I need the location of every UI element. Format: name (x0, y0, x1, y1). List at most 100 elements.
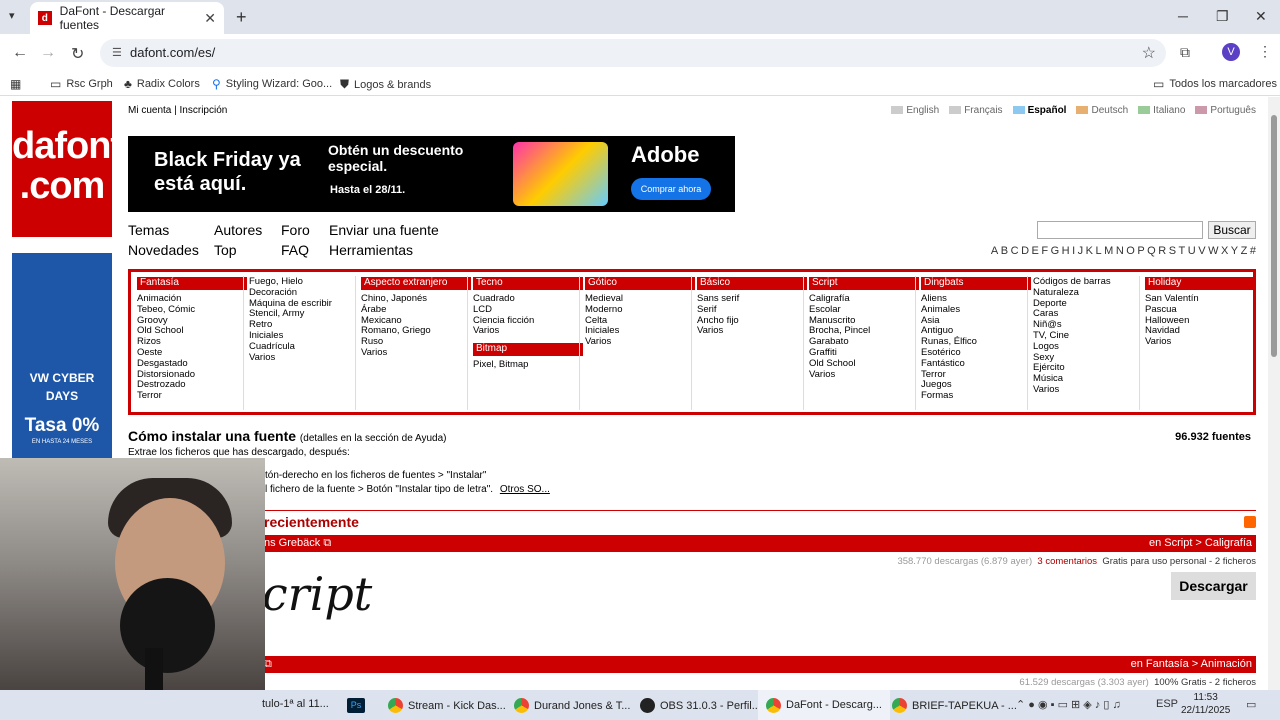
category-item[interactable]: Cuadrícula (249, 341, 359, 353)
menu-chevron-icon[interactable]: ▾ (9, 9, 15, 22)
avatar[interactable]: V (1222, 43, 1240, 61)
nav-top[interactable]: Top (214, 242, 237, 258)
category-header[interactable]: Bitmap (473, 343, 583, 357)
alpha-letter[interactable]: G (1051, 245, 1060, 257)
alpha-letter[interactable]: Q (1147, 245, 1156, 257)
new-tab-button[interactable]: + (236, 7, 247, 28)
font1-author[interactable]: ns Grebäck ⧉ (264, 537, 331, 550)
alpha-letter[interactable]: H (1062, 245, 1070, 257)
nav-faq[interactable]: FAQ (281, 242, 309, 258)
address-bar[interactable]: ☰ dafont.com/es/ ☆ (100, 39, 1166, 67)
category-header[interactable]: Aspecto extranjero (361, 277, 471, 290)
notification-icon[interactable]: ▭ (1246, 698, 1256, 711)
alpha-letter[interactable]: R (1158, 245, 1166, 257)
category-item[interactable]: Árabe (361, 304, 471, 316)
taskbar-item-obs[interactable]: OBS 31.0.3 - Perfil... (640, 698, 761, 713)
nav-authors[interactable]: Autores (214, 222, 262, 238)
alpha-letter[interactable]: D (1021, 245, 1029, 257)
category-item[interactable]: Varios (697, 326, 807, 337)
scrollbar[interactable] (1268, 97, 1280, 690)
bookmark-logos-brands[interactable]: ⛊ Logos & brands (340, 77, 431, 92)
nav-submit[interactable]: Enviar una fuente (329, 222, 439, 238)
nav-forum[interactable]: Foro (281, 222, 310, 238)
category-item[interactable]: LCD (473, 304, 583, 316)
category-header[interactable]: Dingbats (921, 277, 1031, 290)
category-item[interactable]: Serif (697, 304, 807, 316)
dafont-logo[interactable]: dafont .com (12, 101, 123, 237)
alpha-letter[interactable]: O (1126, 245, 1135, 257)
category-header[interactable]: Fantasía (137, 277, 247, 290)
alpha-letter[interactable]: K (1086, 245, 1093, 257)
close-icon[interactable]: ✕ (204, 10, 216, 27)
lang-english[interactable]: English (891, 105, 939, 116)
scrollbar-thumb[interactable] (1271, 115, 1277, 357)
font1-comments[interactable]: 3 comentarios (1037, 556, 1097, 567)
category-header[interactable]: Holiday (1145, 277, 1255, 290)
kebab-icon[interactable]: ⋮ (1258, 43, 1272, 60)
category-item[interactable]: Pascua (1145, 304, 1255, 316)
side-ad[interactable]: VW CYBER DAYS Tasa 0% EN HASTA 24 MESES (12, 253, 112, 463)
maximize-icon[interactable]: ❐ (1216, 8, 1229, 25)
alpha-letter[interactable]: Y (1231, 245, 1238, 257)
category-item[interactable]: Decoración (249, 287, 359, 299)
category-header[interactable]: Básico (697, 277, 807, 290)
category-item[interactable]: Formas (921, 390, 1031, 402)
rss-icon[interactable] (1244, 516, 1256, 528)
reload-icon[interactable]: ↻ (71, 44, 84, 64)
category-header[interactable]: Gótico (585, 277, 695, 290)
category-item[interactable]: Logos (1033, 341, 1143, 353)
category-item[interactable]: Fantástico (921, 358, 1031, 370)
other-os-link[interactable]: Otros SO... (500, 484, 550, 495)
all-bookmarks[interactable]: ▭ Todos los marcadores (1153, 77, 1277, 91)
alpha-letter[interactable]: V (1198, 245, 1205, 257)
my-account-link[interactable]: Mi cuenta (128, 105, 171, 116)
category-item[interactable]: Varios (249, 352, 359, 364)
bookmark-radix-colors[interactable]: ♣ Radix Colors (124, 77, 200, 91)
alpha-letter[interactable]: P (1137, 245, 1144, 257)
alpha-letter[interactable]: C (1011, 245, 1019, 257)
top-banner-ad[interactable]: Black Friday ya está aquí. Obtén un desc… (128, 136, 735, 212)
bookmark-styling-wizard[interactable]: ⚲ Styling Wizard: Goo... (212, 77, 332, 91)
category-item[interactable]: Escolar (809, 304, 919, 316)
clock[interactable]: 11:53 22/11/2025 (1181, 691, 1230, 717)
lang-french[interactable]: Français (949, 105, 1003, 116)
nav-new[interactable]: Novedades (128, 242, 199, 258)
nav-themes[interactable]: Temas (128, 222, 169, 238)
taskbar-item-doc[interactable]: tulo-1ª al 11... (262, 698, 329, 710)
register-link[interactable]: Inscripción (180, 105, 228, 116)
alpha-letter[interactable]: X (1221, 245, 1228, 257)
taskbar-item-stream[interactable]: Stream - Kick Das... (388, 698, 506, 713)
category-item[interactable]: Tebeo, Cómic (137, 304, 247, 316)
category-item[interactable]: Animales (921, 304, 1031, 316)
alpha-letter[interactable]: L (1096, 245, 1102, 257)
external-link-icon[interactable]: ⧉ (264, 658, 272, 671)
font1-category[interactable]: en Script > Caligrafía (1149, 537, 1252, 549)
forward-icon[interactable]: → (40, 44, 56, 62)
search-input[interactable] (1037, 221, 1203, 239)
tray-icons[interactable]: ⌃ ● ◉ ▪ ▭ ⊞ ◈ ♪ ▯ ♫ (1016, 698, 1121, 711)
taskbar-item-dafont[interactable]: DaFont - Descarg... (758, 690, 890, 720)
alpha-letter[interactable]: # (1250, 245, 1256, 257)
category-item[interactable]: Old School (809, 358, 919, 370)
alpha-letter[interactable]: S (1169, 245, 1176, 257)
lang-italian[interactable]: Italiano (1138, 105, 1185, 116)
alpha-letter[interactable]: U (1188, 245, 1196, 257)
back-icon[interactable]: ← (12, 44, 28, 62)
category-item[interactable]: Naturaleza (1033, 287, 1143, 299)
alpha-letter[interactable]: I (1072, 245, 1075, 257)
category-item[interactable]: Terror (137, 390, 247, 402)
category-item[interactable]: Moderno (585, 304, 695, 316)
tab-dafont[interactable]: d DaFont - Descargar fuentes ✕ (30, 2, 224, 34)
search-button[interactable]: Buscar (1208, 221, 1256, 239)
alpha-letter[interactable]: J (1078, 245, 1084, 257)
category-item[interactable]: Varios (1033, 384, 1143, 396)
alpha-letter[interactable]: W (1208, 245, 1218, 257)
alpha-letter[interactable]: T (1179, 245, 1186, 257)
taskbar-item-durand[interactable]: Durand Jones & T... (514, 698, 630, 713)
category-item[interactable]: Pixel, Bitmap (473, 359, 583, 371)
category-item[interactable]: Varios (473, 326, 583, 337)
alpha-letter[interactable]: A (991, 245, 998, 257)
minimize-icon[interactable]: ─ (1178, 8, 1188, 24)
star-icon[interactable]: ☆ (1142, 43, 1156, 63)
taskbar-photoshop[interactable]: Ps (347, 698, 365, 713)
